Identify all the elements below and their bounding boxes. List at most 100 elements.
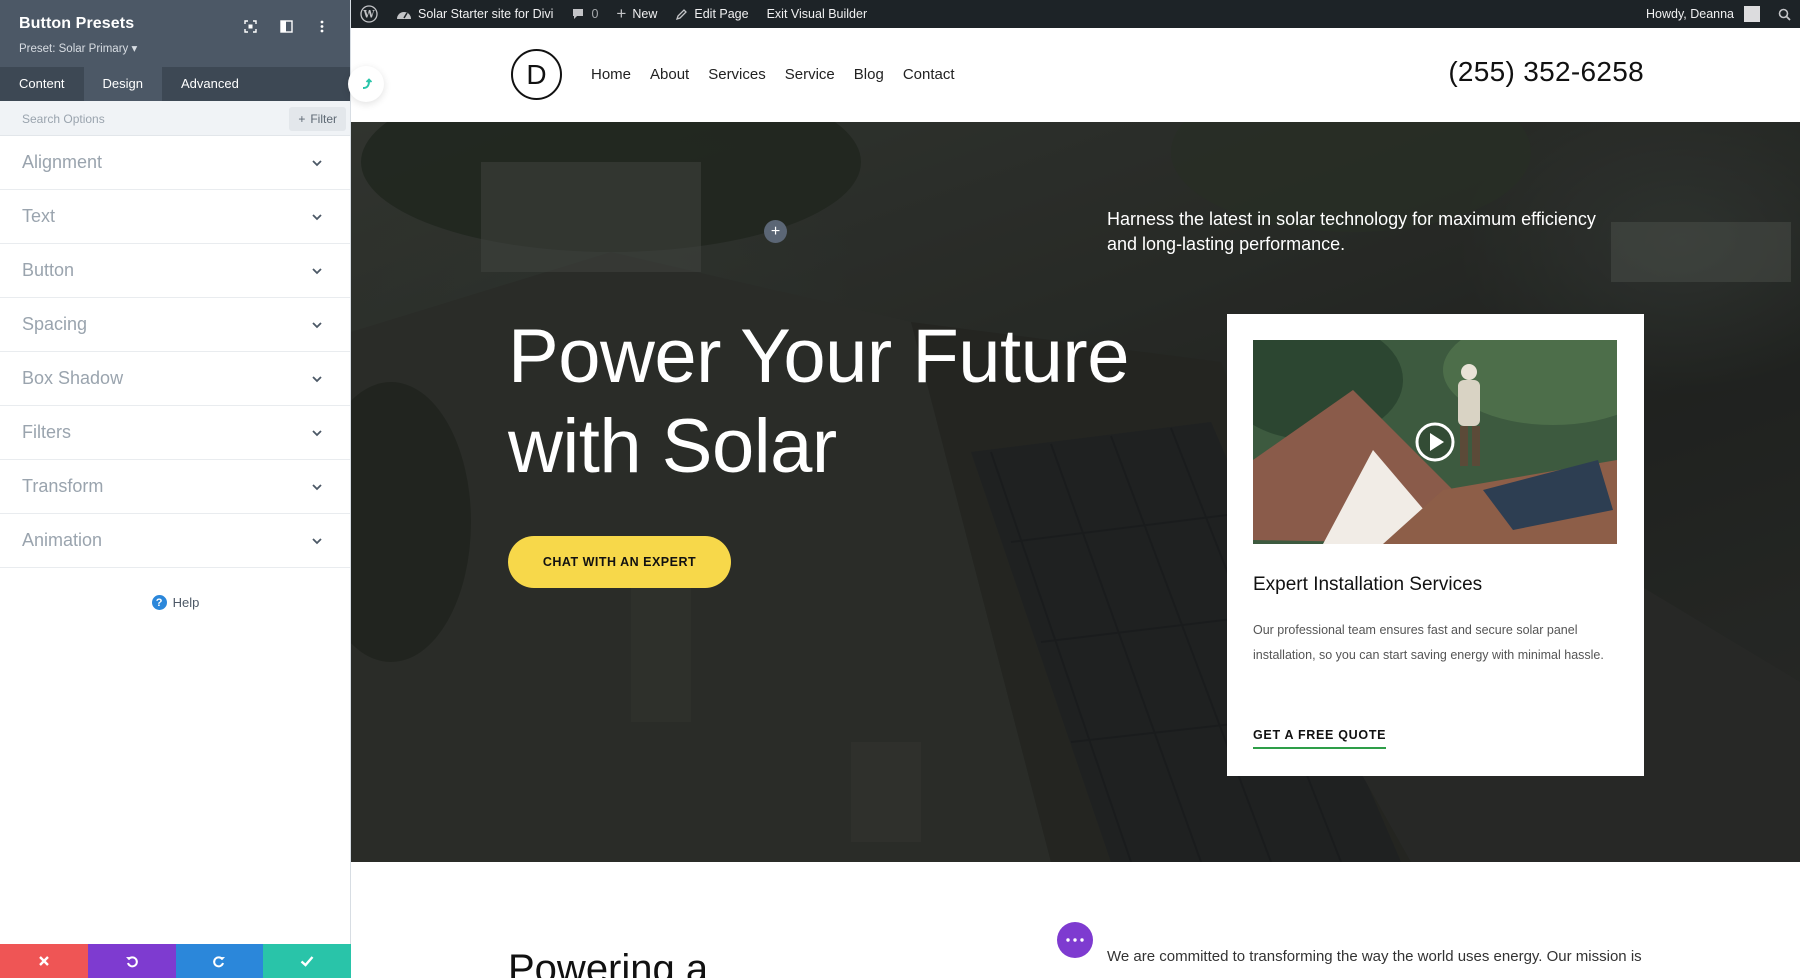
panel-tools (240, 16, 332, 36)
undo-button[interactable] (87, 944, 176, 978)
search-options-input[interactable] (14, 108, 274, 130)
section-label: Alignment (22, 152, 103, 172)
section-filters[interactable]: Filters (0, 406, 350, 460)
panel-footer (0, 944, 351, 978)
greeting: Howdy, Deanna (1645, 7, 1734, 21)
edit-page-label: Edit Page (694, 7, 749, 21)
split-view-icon[interactable] (276, 16, 296, 36)
add-row-button[interactable]: + (764, 220, 787, 243)
section-label: Filters (22, 422, 71, 442)
section-label: Button (22, 260, 75, 280)
nav-item-blog[interactable]: Blog (854, 66, 884, 83)
settings-panel: Button Presets Preset: Solar Primary ▾ C… (0, 0, 351, 978)
panel-title: Button Presets (19, 15, 135, 32)
nav-item-service[interactable]: Service (785, 66, 835, 83)
site-header: D Home About Services Service Blog Conta… (351, 28, 1800, 122)
chevron-down-icon (312, 375, 322, 382)
builder-toggle-button[interactable] (348, 66, 384, 102)
chevron-down-icon (312, 537, 322, 544)
wordpress-logo-button[interactable]: W (351, 0, 387, 28)
section-label: Animation (22, 530, 103, 550)
new-label: New (632, 7, 658, 21)
chevron-down-icon (312, 483, 322, 490)
undo-icon (125, 956, 138, 968)
card-body: Our professional team ensures fast and s… (1253, 623, 1604, 662)
section-box-shadow[interactable]: Box Shadow (0, 352, 350, 406)
hero-section: + Harness the latest in solar technology… (351, 122, 1800, 862)
hero-title-line-2: with Solar (508, 404, 837, 489)
card-title: Expert Installation Services (1253, 574, 1483, 595)
svg-text:W: W (362, 10, 375, 21)
chevron-down-icon (312, 321, 322, 328)
site-name-link[interactable]: Solar Starter site for Divi (387, 0, 562, 28)
avatar (1744, 6, 1760, 22)
help-link[interactable]: ? Help (0, 595, 351, 610)
service-card: Expert Installation Services Our profess… (1227, 314, 1644, 776)
panel-tabs: Content Design Advanced (0, 67, 350, 101)
section-label: Transform (22, 476, 104, 496)
plus-icon: + (616, 4, 627, 23)
tab-design[interactable]: Design (83, 67, 163, 101)
save-button[interactable] (263, 944, 351, 978)
redo-button[interactable] (175, 944, 264, 978)
filter-button[interactable]: + Filter (289, 107, 346, 131)
section-text[interactable]: Text (0, 190, 350, 244)
admin-search-button[interactable] (1769, 0, 1800, 28)
design-sections: Alignment Text Button Spacing Box Shadow… (0, 136, 350, 568)
wp-admin-bar: W Solar Starter site for Divi 0 + New Ed… (351, 0, 1800, 28)
expand-icon[interactable] (240, 16, 260, 36)
plus-icon: + (298, 112, 306, 126)
section-label: Text (22, 206, 56, 226)
section-alignment[interactable]: Alignment (0, 136, 350, 190)
check-icon (300, 956, 314, 967)
main-nav: Home About Services Service Blog Contact (591, 66, 974, 83)
exit-visual-builder-link[interactable]: Exit Visual Builder (758, 0, 877, 28)
about-text: We are committed to transforming the way… (1107, 948, 1642, 965)
chevron-down-icon (312, 159, 322, 166)
section-button[interactable]: Button (0, 244, 350, 298)
chevron-down-icon (312, 429, 322, 436)
edit-page-link[interactable]: Edit Page (666, 0, 757, 28)
dashboard-icon (397, 12, 411, 19)
nav-item-home[interactable]: Home (591, 66, 631, 83)
search-icon (1778, 8, 1791, 21)
section-animation[interactable]: Animation (0, 514, 350, 568)
section-options-button[interactable] (1057, 922, 1093, 958)
hero-title: Power Your Future with Solar (508, 312, 1148, 492)
more-horizontal-icon (1066, 938, 1084, 942)
close-icon (39, 956, 49, 966)
chevron-down-icon (312, 213, 322, 220)
help-label: Help (172, 595, 200, 610)
discard-button[interactable] (0, 944, 88, 978)
preset-selector[interactable]: Preset: Solar Primary ▾ (19, 41, 137, 55)
section-spacing[interactable]: Spacing (0, 298, 350, 352)
comments-link[interactable]: 0 (562, 0, 607, 28)
chat-with-expert-button[interactable]: CHAT WITH AN EXPERT (508, 536, 731, 588)
panel-header: Button Presets Preset: Solar Primary ▾ (0, 0, 350, 67)
video-thumbnail[interactable] (1253, 340, 1617, 544)
tab-advanced[interactable]: Advanced (162, 67, 258, 101)
chevron-down-icon (312, 267, 322, 274)
admin-bar-right: Howdy, Deanna (1637, 0, 1800, 28)
section-label: Spacing (22, 314, 88, 334)
new-content-link[interactable]: + New (607, 0, 666, 28)
about-section: Powering a We are committed to transform… (351, 862, 1800, 978)
tab-content[interactable]: Content (0, 67, 84, 101)
get-free-quote-link[interactable]: GET A FREE QUOTE (1253, 728, 1387, 749)
filter-label: Filter (310, 112, 337, 126)
play-icon (1415, 422, 1455, 462)
exit-label: Exit Visual Builder (766, 7, 868, 21)
nav-item-about[interactable]: About (650, 66, 689, 83)
hero-tagline: Harness the latest in solar technology f… (1107, 209, 1596, 254)
nav-item-services[interactable]: Services (708, 66, 766, 83)
site-logo[interactable]: D (511, 49, 562, 100)
hero-title-line-1: Power Your Future (508, 314, 1130, 399)
account-menu[interactable]: Howdy, Deanna (1637, 0, 1769, 28)
phone-number[interactable]: (255) 352-6258 (1448, 56, 1644, 88)
toggle-arrow-icon (362, 78, 372, 89)
section-transform[interactable]: Transform (0, 460, 350, 514)
more-options-icon[interactable] (312, 16, 332, 36)
nav-item-contact[interactable]: Contact (903, 66, 955, 83)
comments-count: 0 (591, 7, 599, 21)
section-label: Box Shadow (22, 368, 124, 388)
